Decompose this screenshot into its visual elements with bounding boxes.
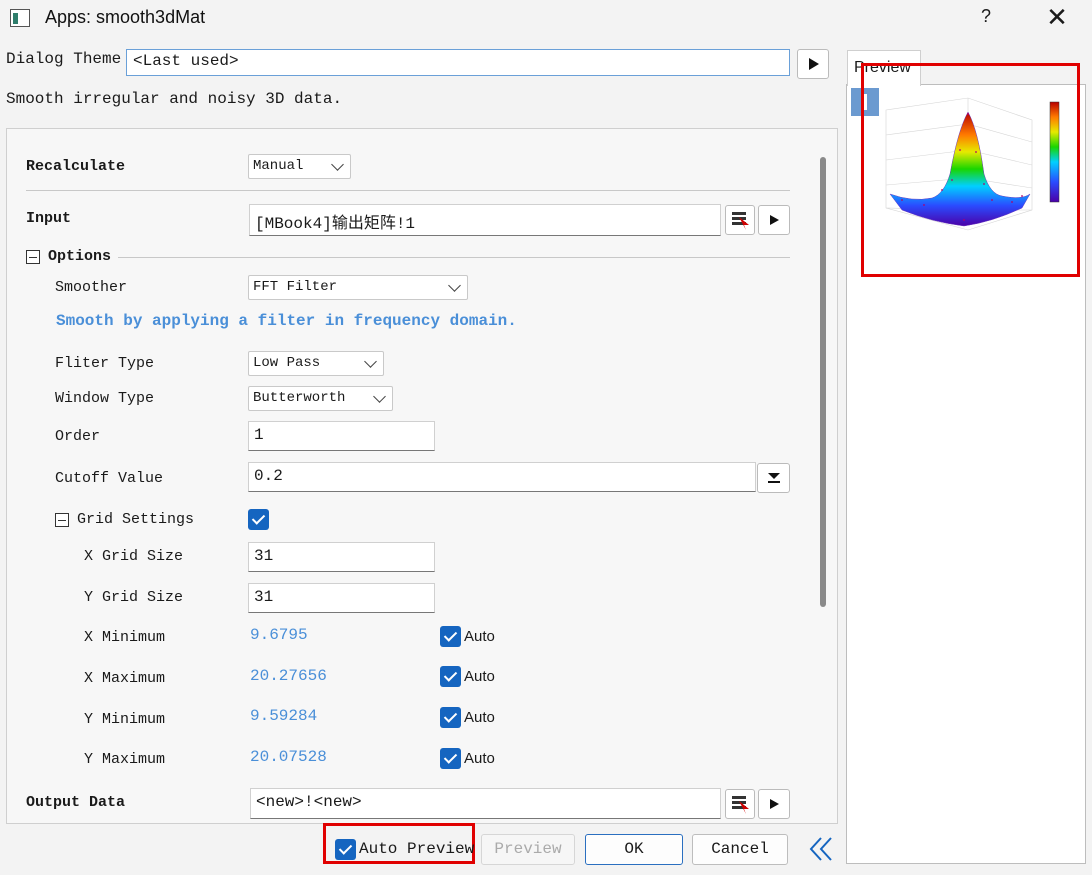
cancel-button[interactable]: Cancel [692,834,788,865]
dialog-theme-input[interactable]: <Last used> [126,49,790,76]
x-minimum-auto-label: Auto [464,628,495,645]
options-label: Options [48,248,112,265]
chevron-down-icon [448,279,461,292]
cutoff-input[interactable]: 0.2 [248,462,756,492]
x-grid-size-label: X Grid Size [84,548,184,565]
recalculate-value: Manual [253,158,304,174]
x-maximum-value: 20.27656 [250,667,327,685]
order-label: Order [55,428,101,445]
y-maximum-label: Y Maximum [84,751,166,768]
dialog-theme-label: Dialog Theme [6,50,122,68]
select-range-icon [732,212,749,230]
divider [26,190,790,191]
y-grid-size-label: Y Grid Size [84,589,184,606]
preview-button[interactable]: Preview [481,834,575,865]
filter-type-select[interactable]: Low Pass [248,351,384,376]
y-minimum-value: 9.59284 [250,707,318,725]
window-title: Apps: smooth3dMat [45,7,206,27]
input-label: Input [26,210,72,227]
output-data-label: Output Data [26,794,126,811]
grid-settings-label: Grid Settings [77,511,195,528]
x-minimum-auto-checkbox[interactable] [440,626,461,647]
x-maximum-auto-checkbox[interactable] [440,666,461,687]
auto-preview-checkbox[interactable] [335,839,356,860]
grid-settings-collapse-toggle[interactable] [55,513,69,527]
cutoff-label: Cutoff Value [55,470,164,487]
x-grid-size-input[interactable]: 31 [248,542,435,572]
theme-menu-button[interactable] [797,49,829,79]
y-maximum-value: 20.07528 [250,748,327,766]
y-grid-size-input[interactable]: 31 [248,583,435,613]
cutoff-dropdown-button[interactable] [757,463,790,493]
help-button[interactable]: ? [975,6,997,30]
select-range-icon [732,796,749,814]
3d-surface-preview-graph [885,97,1060,231]
window-type-select[interactable]: Butterworth [248,386,393,411]
y-minimum-auto-label: Auto [464,709,495,726]
y-minimum-label: Y Minimum [84,711,166,728]
chevron-down-icon [331,158,344,171]
recalculate-select[interactable]: Manual [248,154,351,179]
window-type-label: Window Type [55,390,155,407]
play-arrow-icon [809,58,819,70]
play-arrow-icon [770,215,779,225]
output-data-field[interactable]: <new>!<new> [250,788,721,819]
x-minimum-value: 9.6795 [250,626,308,644]
app-icon [10,9,30,27]
input-select-range-button[interactable] [725,205,755,235]
grid-settings-checkbox[interactable] [248,509,269,530]
options-collapse-toggle[interactable] [26,250,40,264]
x-maximum-auto-label: Auto [464,668,495,685]
close-button[interactable]: ✕ [1040,2,1074,32]
filter-type-label: Fliter Type [55,355,155,372]
smoother-value: FFT Filter [253,279,338,295]
chevron-down-icon [364,355,377,368]
auto-preview-label: Auto Preview [359,840,475,858]
vertical-scrollbar[interactable] [820,157,826,607]
output-menu-button[interactable] [758,789,790,819]
order-input[interactable]: 1 [248,421,435,451]
double-chevron-left-icon [809,837,832,861]
ok-button[interactable]: OK [585,834,683,865]
smoother-hint: Smooth by applying a filter in frequency… [56,312,517,330]
dialog-description: Smooth irregular and noisy 3D data. [6,90,343,108]
input-field[interactable]: [MBook4]输出矩阵!1 [249,204,721,236]
y-minimum-auto-checkbox[interactable] [440,707,461,728]
chevron-down-icon [373,390,386,403]
divider [118,257,790,258]
window-type-value: Butterworth [253,390,346,406]
x-minimum-label: X Minimum [84,629,166,646]
recalculate-label: Recalculate [26,158,126,175]
y-maximum-auto-label: Auto [464,750,495,767]
filter-type-value: Low Pass [253,355,321,371]
y-maximum-auto-checkbox[interactable] [440,748,461,769]
smoother-label: Smoother [55,279,128,296]
dropdown-arrow-icon [767,473,780,483]
collapse-preview-button[interactable] [805,834,837,865]
output-select-range-button[interactable] [725,789,755,819]
x-maximum-label: X Maximum [84,670,166,687]
smoother-select[interactable]: FFT Filter [248,275,468,300]
input-menu-button[interactable] [758,205,790,235]
play-arrow-icon [770,799,779,809]
